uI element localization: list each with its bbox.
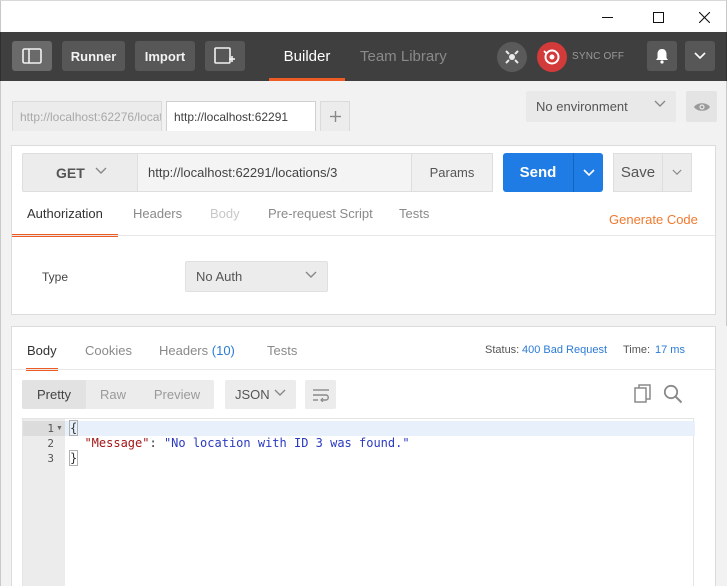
line-number: 1 — [47, 422, 54, 435]
json-separator: : — [149, 436, 164, 450]
eye-icon — [693, 102, 710, 111]
response-tab-headers-label: Headers — [159, 343, 209, 358]
line-number: 3 — [47, 452, 54, 465]
fold-toggle-icon[interactable]: ▼ — [56, 421, 63, 436]
environment-quick-look-button[interactable] — [686, 91, 717, 122]
tab-tests[interactable]: Tests — [399, 206, 429, 235]
toggle-sidebar-button[interactable] — [12, 41, 52, 71]
code-brace-open: { — [68, 420, 79, 436]
minimize-icon — [601, 16, 613, 18]
status-label: Status: — [485, 344, 520, 356]
copy-response-button[interactable] — [634, 384, 652, 407]
chevron-down-icon — [694, 52, 706, 60]
import-button[interactable]: Import — [135, 41, 195, 71]
bell-icon — [656, 49, 668, 64]
code-line: } — [68, 450, 79, 466]
environment-select-value: No environment — [536, 99, 628, 114]
code-line: "Message": "No location with ID 3 was fo… — [70, 436, 410, 451]
chevron-down-icon — [95, 167, 107, 174]
params-button[interactable]: Params — [411, 153, 493, 192]
response-body-editor[interactable]: 1 ▼ 2 3 { "Message": "No location with I… — [22, 418, 695, 586]
divider — [12, 369, 715, 370]
response-tab-headers[interactable]: Headers (10) — [159, 343, 235, 370]
window-titlebar — [0, 0, 727, 32]
code-line: { — [68, 420, 79, 436]
tab-team-library[interactable]: Team Library — [360, 32, 447, 81]
search-icon — [663, 384, 683, 404]
sync-icon — [543, 49, 560, 65]
language-select-value: JSON — [235, 387, 270, 402]
new-window-plus-icon — [214, 47, 235, 64]
copy-icon — [634, 384, 651, 403]
chevron-down-icon — [672, 169, 682, 175]
tab-builder[interactable]: Builder — [269, 32, 345, 81]
generate-code-link[interactable]: Generate Code — [609, 212, 698, 227]
new-tab-button[interactable] — [205, 41, 245, 71]
send-options-button[interactable] — [573, 153, 603, 192]
wrap-lines-button[interactable] — [305, 380, 336, 409]
chevron-down-icon — [582, 168, 595, 176]
settings-menu-button[interactable] — [685, 41, 715, 71]
plus-icon — [329, 111, 341, 122]
status-value[interactable]: 400 Bad Request — [522, 344, 607, 356]
divider — [12, 235, 715, 236]
auth-type-select[interactable]: No Auth — [185, 261, 328, 292]
maximize-icon — [652, 11, 664, 23]
request-tab-2[interactable]: http://localhost:62291 — [166, 101, 316, 131]
code-brace-close: } — [68, 450, 79, 466]
save-button[interactable]: Save — [613, 153, 663, 192]
runner-button[interactable]: Runner — [62, 41, 125, 71]
response-tab-cookies[interactable]: Cookies — [85, 343, 132, 370]
format-raw-button[interactable]: Raw — [86, 380, 140, 409]
line-number: 2 — [47, 437, 54, 450]
chevron-down-icon — [654, 100, 666, 107]
wrap-lines-icon — [312, 388, 329, 402]
chevron-down-icon — [305, 271, 317, 278]
environment-select[interactable]: No environment — [526, 91, 676, 122]
auth-type-label: Type — [42, 270, 69, 284]
sidebar-icon — [22, 48, 42, 64]
tab-body[interactable]: Body — [210, 206, 240, 235]
send-button[interactable]: Send — [503, 153, 573, 192]
response-tab-tests[interactable]: Tests — [267, 343, 297, 370]
format-preview-button[interactable]: Preview — [140, 380, 214, 409]
tab-headers[interactable]: Headers — [133, 206, 182, 235]
method-select-value: GET — [56, 164, 85, 181]
json-key: "Message" — [84, 436, 150, 450]
add-tab-button[interactable] — [320, 101, 350, 131]
interceptor-button[interactable] — [497, 42, 527, 72]
search-response-button[interactable] — [663, 384, 683, 407]
active-line-highlight — [23, 421, 695, 436]
save-options-button[interactable] — [663, 153, 692, 192]
format-pretty-button[interactable]: Pretty — [22, 380, 86, 409]
method-select[interactable]: GET — [22, 153, 138, 192]
language-select[interactable]: JSON — [225, 380, 296, 409]
time-label: Time: — [623, 344, 651, 356]
app-header: Runner Import Builder Team Library SYNC … — [0, 32, 727, 81]
satellite-icon — [505, 50, 519, 64]
response-tab-body[interactable]: Body — [26, 343, 58, 371]
response-format-toggle: Pretty Raw Preview — [22, 380, 214, 409]
maximize-button[interactable] — [635, 1, 681, 33]
minimize-button[interactable] — [584, 1, 630, 33]
close-button[interactable] — [681, 1, 727, 33]
url-input[interactable] — [138, 153, 412, 192]
auth-type-value: No Auth — [196, 269, 243, 284]
time-value[interactable]: 17 ms — [655, 344, 685, 356]
close-icon — [698, 11, 710, 23]
request-tab-1[interactable]: http://localhost:62276/locat — [12, 101, 162, 131]
sync-status-label: SYNC OFF — [572, 51, 625, 62]
json-value: "No location with ID 3 was found." — [163, 436, 410, 450]
chevron-down-icon — [274, 389, 286, 396]
tab-authorization[interactable]: Authorization — [12, 206, 118, 237]
sync-button[interactable] — [537, 42, 567, 72]
notifications-button[interactable] — [647, 41, 677, 71]
scrollbar[interactable] — [716, 326, 727, 586]
headers-count-badge: (10) — [211, 343, 235, 358]
tab-pre-request-script[interactable]: Pre-request Script — [268, 206, 373, 235]
